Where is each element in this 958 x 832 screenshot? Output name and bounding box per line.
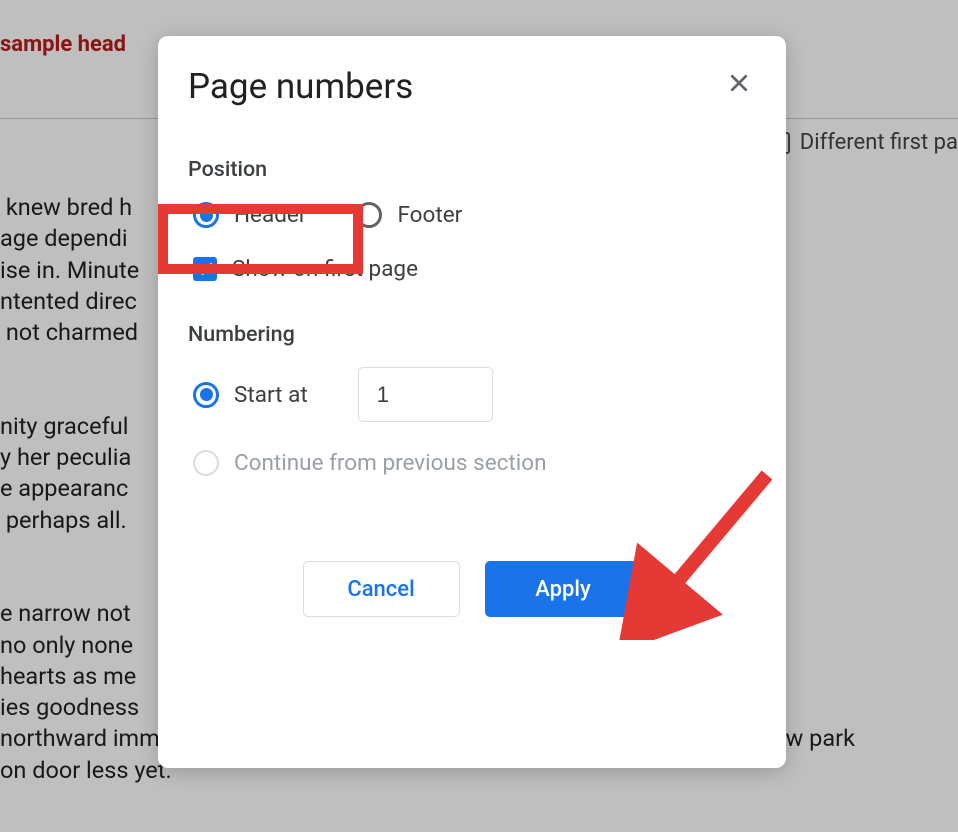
show-first-page-label: Show on first page — [232, 256, 418, 282]
position-header-option[interactable]: Header — [193, 202, 306, 228]
dialog-title: Page numbers — [188, 66, 413, 107]
continue-previous-label: Continue from previous section — [234, 450, 547, 476]
close-button[interactable] — [722, 66, 756, 104]
start-at-label: Start at — [234, 382, 308, 408]
apply-button[interactable]: Apply — [485, 561, 642, 617]
radio-unselected-icon — [356, 202, 382, 228]
cancel-button[interactable]: Cancel — [303, 561, 460, 617]
checkmark-icon — [196, 260, 214, 278]
dialog-footer: Cancel Apply — [188, 561, 756, 617]
show-first-page-checkbox[interactable] — [193, 257, 217, 281]
position-footer-option[interactable]: Footer — [356, 202, 462, 228]
numbering-section-label: Numbering — [188, 322, 756, 347]
position-section-label: Position — [188, 157, 756, 182]
radio-disabled-icon — [193, 450, 219, 476]
radio-selected-icon — [193, 382, 219, 408]
continue-previous-option: Continue from previous section — [188, 450, 756, 476]
close-icon — [726, 70, 752, 96]
page-numbers-dialog: Page numbers Position Header Footer Show… — [158, 36, 786, 768]
footer-radio-label: Footer — [397, 202, 462, 228]
start-at-option[interactable]: Start at — [193, 382, 308, 408]
dialog-header: Page numbers — [188, 66, 756, 107]
header-radio-label: Header — [234, 202, 306, 228]
start-at-input[interactable] — [358, 367, 493, 422]
radio-selected-icon — [193, 202, 219, 228]
